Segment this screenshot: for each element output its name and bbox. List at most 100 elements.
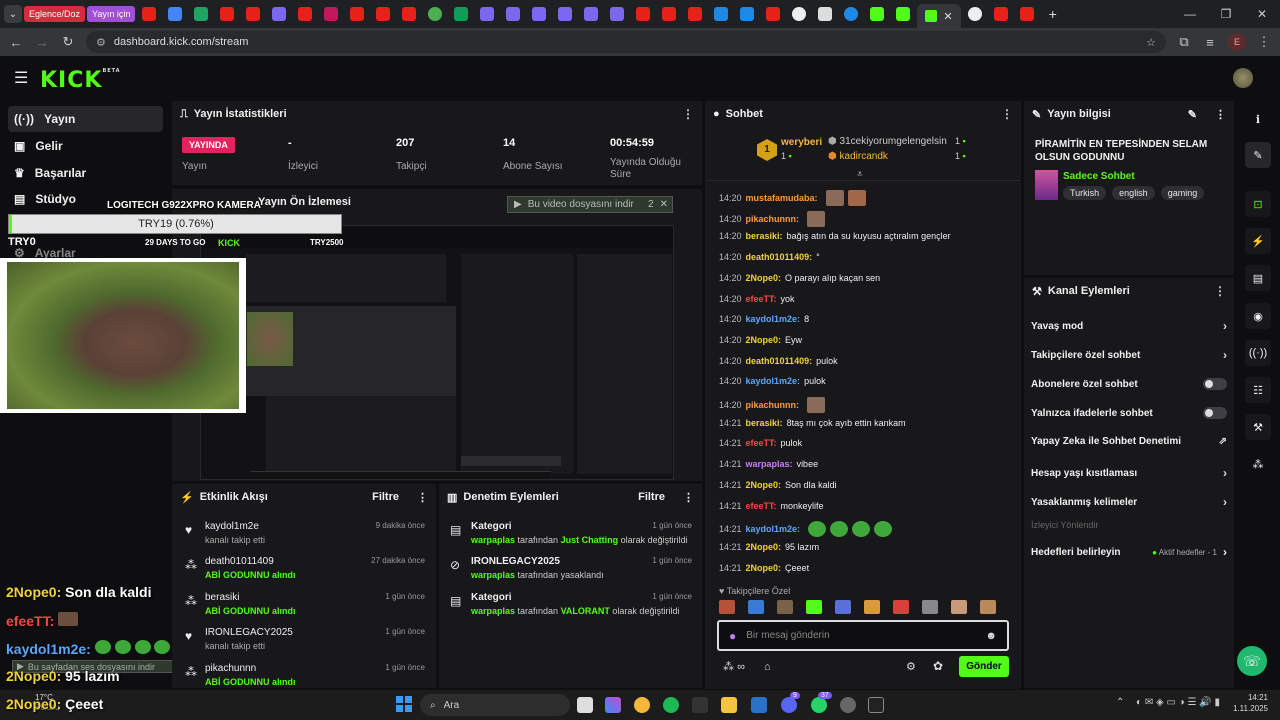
site-tab-icon[interactable] bbox=[792, 7, 807, 21]
broadcast-rail-icon[interactable]: ((·)) bbox=[1245, 340, 1271, 366]
chat-username[interactable]: efeeTT: bbox=[746, 294, 777, 304]
support-chat-icon[interactable]: ☏ bbox=[1237, 646, 1267, 676]
chat-username[interactable]: berasiki: bbox=[746, 418, 783, 428]
tray-icons[interactable]: ◐ ✉ ◈ ▭ ◑ ☰ 🔊 ▮ bbox=[1136, 697, 1220, 708]
chat-username[interactable]: kaydol1m2e: bbox=[746, 524, 801, 534]
chat-settings-icon[interactable]: ⚙ bbox=[906, 660, 916, 673]
youtube-tab-icon[interactable] bbox=[766, 7, 781, 21]
category-name[interactable]: Sadece Sohbet bbox=[1063, 171, 1135, 182]
drive-tab-icon[interactable] bbox=[194, 7, 209, 21]
emote-icon[interactable] bbox=[777, 600, 793, 614]
emote-icon[interactable] bbox=[893, 600, 909, 614]
app-taskbar-icon[interactable] bbox=[840, 697, 856, 713]
chat-username[interactable]: 2Nope0: bbox=[746, 335, 782, 345]
more-options-icon[interactable]: ⋮ bbox=[1214, 284, 1226, 298]
minimize-icon[interactable]: — bbox=[1172, 7, 1208, 21]
tag-chip[interactable]: gaming bbox=[1160, 186, 1205, 200]
menu-kebab-icon[interactable]: ⋮ bbox=[1256, 34, 1272, 50]
chat-username[interactable]: death01011409: bbox=[746, 356, 813, 366]
whatsapp-icon[interactable] bbox=[811, 697, 827, 713]
kick-logo[interactable]: KICKBETA bbox=[40, 68, 121, 93]
followers-only-row[interactable]: Takipçilere özel sohbet › bbox=[1031, 348, 1227, 362]
site-tab-icon[interactable] bbox=[844, 7, 859, 21]
more-options-icon[interactable]: ⋮ bbox=[683, 491, 694, 504]
tag-chip[interactable]: english bbox=[1112, 186, 1155, 200]
emote-icon[interactable] bbox=[719, 600, 735, 614]
chat-username[interactable]: 2Nope0: bbox=[746, 480, 782, 490]
sidebar-item-revenue[interactable]: ▣ Gelir bbox=[8, 133, 163, 159]
hamburger-icon[interactable]: ☰ bbox=[14, 68, 28, 88]
task-view-icon[interactable] bbox=[577, 697, 593, 713]
terminal-icon[interactable] bbox=[868, 697, 884, 713]
tag-chip[interactable]: Turkish bbox=[1063, 186, 1107, 200]
site-tab-icon[interactable] bbox=[272, 7, 287, 21]
kick-tab-icon[interactable] bbox=[896, 7, 911, 21]
site-info-icon[interactable]: ⚙ bbox=[96, 36, 106, 49]
sheets-tab-icon[interactable] bbox=[454, 7, 469, 21]
emote-icon[interactable] bbox=[922, 600, 938, 614]
youtube-tab-icon[interactable] bbox=[376, 7, 391, 21]
chat-username[interactable]: kaydol1m2e: bbox=[746, 376, 801, 386]
emote-rail-icon[interactable]: ⁂ bbox=[1245, 451, 1271, 477]
close-tab-icon[interactable]: ✕ bbox=[943, 10, 952, 23]
send-button[interactable]: Gönder bbox=[959, 656, 1009, 677]
chat-username[interactable]: 2Nope0: bbox=[746, 542, 782, 552]
emote-icon[interactable] bbox=[835, 600, 851, 614]
reading-list-icon[interactable]: ≡ bbox=[1202, 35, 1218, 50]
chat-username[interactable]: warpaplas: bbox=[746, 459, 793, 469]
collapse-pinned-icon[interactable]: ⩡ bbox=[857, 169, 863, 180]
filter-button[interactable]: Filtre bbox=[372, 491, 399, 503]
youtube-tab-icon[interactable] bbox=[142, 7, 157, 21]
slow-mode-row[interactable]: Yavaş mod › bbox=[1031, 319, 1227, 333]
top-gifter-user[interactable]: weryberi bbox=[781, 137, 822, 148]
close-icon[interactable]: ✕ bbox=[660, 199, 668, 210]
youtube-tab-icon[interactable] bbox=[350, 7, 365, 21]
file-explorer-icon[interactable] bbox=[721, 697, 737, 713]
chat-username[interactable]: pikachunnn: bbox=[746, 214, 800, 224]
chat-username[interactable]: pikachunnn: bbox=[746, 400, 800, 410]
site-tab-icon[interactable] bbox=[558, 7, 573, 21]
youtube-tab-icon[interactable] bbox=[402, 7, 417, 21]
youtube-tab-icon[interactable] bbox=[298, 7, 313, 21]
user-avatar[interactable] bbox=[1233, 68, 1253, 88]
youtube-tab-icon[interactable] bbox=[1019, 7, 1034, 21]
youtube-tab-icon[interactable] bbox=[662, 7, 677, 21]
emote-icon[interactable] bbox=[864, 600, 880, 614]
reload-icon[interactable]: ↻ bbox=[60, 34, 76, 50]
goals-row[interactable]: Hedefleri belirleyin ● Aktif hedefler - 1… bbox=[1031, 545, 1227, 559]
youtube-tab-icon[interactable] bbox=[688, 7, 703, 21]
steam-icon[interactable] bbox=[751, 697, 767, 713]
chat-badge-icon[interactable]: ✿ bbox=[933, 659, 943, 673]
mic-icon[interactable]: ● bbox=[729, 629, 736, 643]
top-gifter-user[interactable]: 31cekiyorumgelengelsin bbox=[840, 136, 947, 147]
notes-icon[interactable]: ▤ bbox=[1245, 265, 1271, 291]
chrome-tab-icon[interactable] bbox=[428, 7, 443, 21]
chat-username[interactable]: berasiki: bbox=[746, 231, 783, 241]
list-rail-icon[interactable]: ☷ bbox=[1245, 377, 1271, 403]
emote-only-toggle[interactable] bbox=[1203, 407, 1227, 419]
chrome-tab-icon[interactable] bbox=[967, 7, 982, 21]
site-tab-icon[interactable] bbox=[480, 7, 495, 21]
site-tab-icon[interactable] bbox=[818, 7, 833, 21]
close-window-icon[interactable]: ✕ bbox=[1244, 7, 1280, 21]
spotify-icon[interactable] bbox=[663, 697, 679, 713]
emote-icon[interactable] bbox=[980, 600, 996, 614]
copilot-icon[interactable] bbox=[605, 697, 621, 713]
profile-avatar[interactable]: E bbox=[1228, 33, 1246, 51]
emoji-icon[interactable]: ☻ bbox=[985, 630, 997, 642]
bookmark-star-icon[interactable]: ☆ bbox=[1146, 36, 1156, 49]
url-field[interactable]: ⚙ dashboard.kick.com/stream ☆ bbox=[86, 31, 1166, 53]
tray-chevron-icon[interactable]: ⌃ bbox=[1116, 697, 1124, 708]
chat-username[interactable]: death01011409: bbox=[746, 252, 813, 262]
site-tab-icon[interactable] bbox=[532, 7, 547, 21]
site-tab-icon[interactable] bbox=[506, 7, 521, 21]
account-age-row[interactable]: Hesap yaşı kısıtlaması › bbox=[1031, 466, 1227, 480]
site-tab-icon[interactable] bbox=[584, 7, 599, 21]
youtube-tab-icon[interactable] bbox=[993, 7, 1008, 21]
emote-picker-icon[interactable]: ⁂ bbox=[723, 661, 734, 673]
docs-tab-icon[interactable] bbox=[168, 7, 183, 21]
sidebar-item-achievements[interactable]: ♛ Başarılar bbox=[8, 160, 163, 186]
filter-button[interactable]: Filtre bbox=[638, 491, 665, 503]
chrome-taskbar-icon[interactable] bbox=[634, 697, 650, 713]
tab-group-chip[interactable]: Yayın için bbox=[87, 6, 136, 22]
